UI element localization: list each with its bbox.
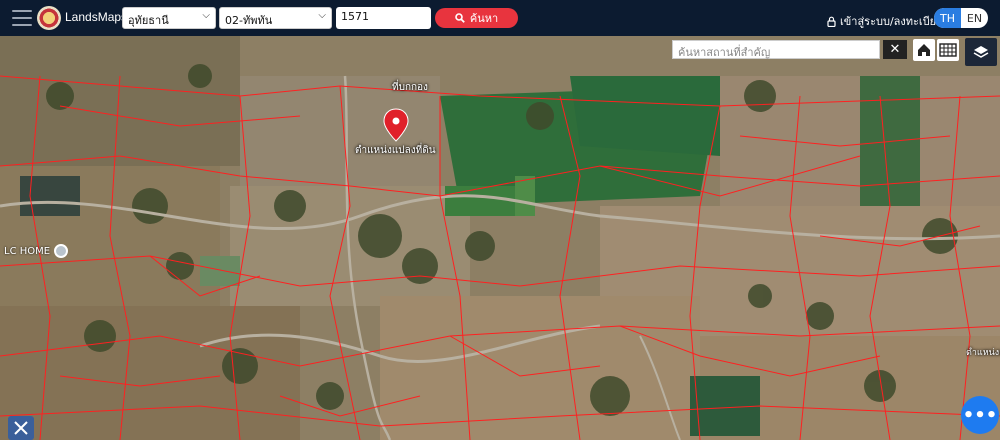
poi-label: LC HOME: [4, 245, 51, 257]
chevron-down-icon: ⌵: [318, 10, 326, 21]
login-label: เข้าสู่ระบบ/ลงทะเบียน: [840, 15, 944, 28]
satellite-map[interactable]: ที่บกกอง ตำแหน่งแปลงที่ดิน ตำแหน่งแปลงที…: [0, 36, 1000, 440]
map-label-parcel-edge: ตำแหน่งแปลงที่ดิน: [966, 348, 1000, 358]
brand-name: LandsMaps: [65, 10, 128, 24]
layers-button[interactable]: [965, 38, 997, 66]
district-select[interactable]: 02-ทัพทัน ⌵: [219, 7, 332, 29]
search-icon: [455, 13, 465, 23]
map-label-pond: ที่บกกอง: [392, 82, 428, 93]
place-search-input[interactable]: ค้นหาสถานที่สำคัญ: [672, 40, 880, 59]
landsmaps-logo: [37, 6, 61, 30]
home-icon: [918, 44, 930, 56]
home-button[interactable]: [913, 39, 935, 61]
lang-en-button[interactable]: EN: [961, 8, 988, 28]
lock-icon: [827, 16, 836, 27]
search-button-label: ค้นหา: [469, 12, 499, 25]
poi-lc-home[interactable]: LC HOME: [4, 244, 69, 258]
menu-icon[interactable]: [12, 10, 32, 26]
close-icon[interactable]: ✕: [883, 40, 907, 59]
map-pin-icon: [54, 244, 69, 258]
map-imagery: [0, 36, 1000, 440]
province-value: อุทัยธานี: [128, 14, 169, 27]
top-bar: LandsMaps อุทัยธานี ⌵ 02-ทัพทัน ⌵ 1571 ค…: [0, 0, 1000, 36]
more-button[interactable]: •••: [961, 396, 999, 434]
layers-icon: [973, 46, 989, 58]
login-link[interactable]: เข้าสู่ระบบ/ลงทะเบียน: [827, 12, 944, 30]
lang-th-button[interactable]: TH: [934, 8, 961, 28]
search-button[interactable]: ค้นหา: [435, 8, 518, 28]
province-select[interactable]: อุทัยธานี ⌵: [122, 7, 216, 29]
tools-button[interactable]: [8, 416, 34, 440]
map-label-parcel: ตำแหน่งแปลงที่ดิน: [355, 145, 436, 156]
more-icon: •••: [962, 404, 998, 426]
grid-icon: [939, 43, 957, 57]
parcel-number-input[interactable]: 1571: [336, 7, 431, 29]
grid-button[interactable]: [937, 39, 959, 61]
chevron-down-icon: ⌵: [202, 10, 210, 21]
district-value: 02-ทัพทัน: [225, 14, 273, 27]
language-toggle[interactable]: TH EN: [934, 8, 988, 28]
tools-icon: [14, 421, 28, 435]
